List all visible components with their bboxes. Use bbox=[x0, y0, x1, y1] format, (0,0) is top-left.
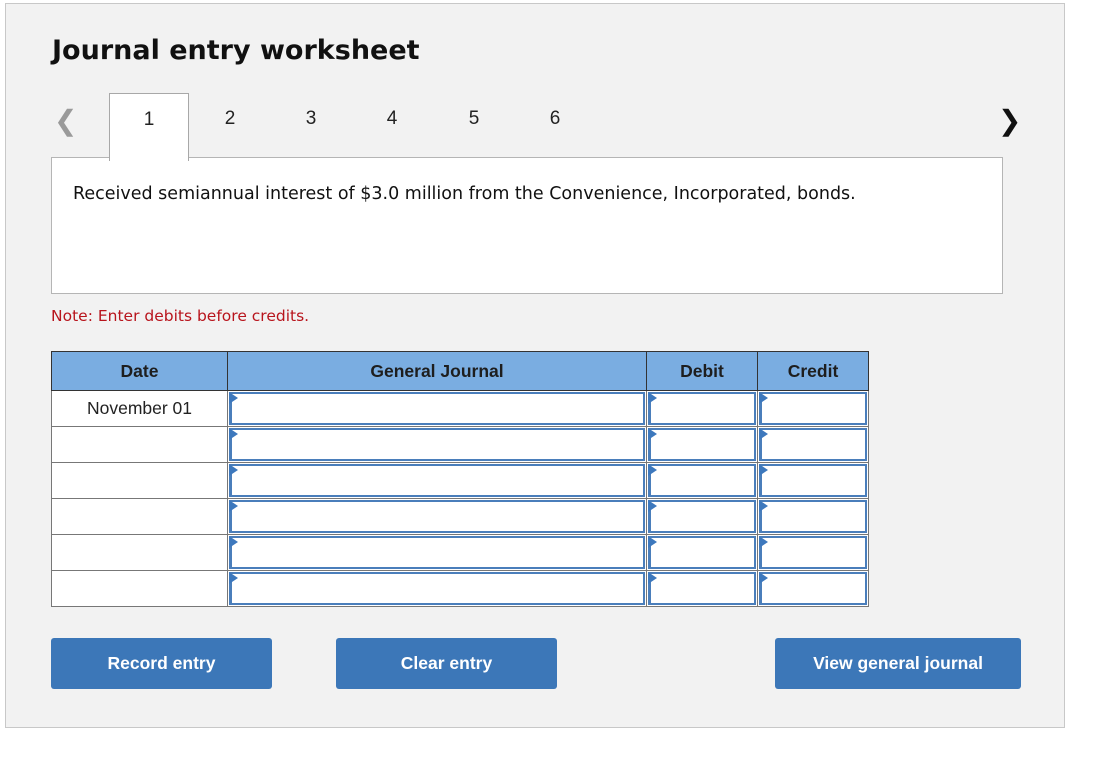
debit-cell bbox=[646, 462, 758, 499]
debit-cell bbox=[646, 570, 758, 607]
credit-cell bbox=[757, 570, 869, 607]
cell-flag-icon bbox=[229, 392, 238, 404]
cell-flag-icon bbox=[759, 392, 768, 404]
transaction-description: Received semiannual interest of $3.0 mil… bbox=[51, 157, 1003, 294]
table-row bbox=[51, 426, 869, 463]
credit-input[interactable] bbox=[759, 464, 867, 497]
cell-flag-icon bbox=[648, 536, 657, 548]
chevron-left-icon[interactable]: ❮ bbox=[54, 107, 77, 137]
cell-flag-icon bbox=[229, 500, 238, 512]
credit-input[interactable] bbox=[759, 392, 867, 425]
account-input[interactable] bbox=[229, 572, 645, 605]
worksheet-panel: Journal entry worksheet ❮ 1 2 3 4 5 6 ❯ … bbox=[5, 3, 1065, 728]
credit-input[interactable] bbox=[759, 572, 867, 605]
cell-flag-icon bbox=[648, 392, 657, 404]
page-title: Journal entry worksheet bbox=[52, 35, 420, 66]
account-cell bbox=[227, 534, 647, 571]
entry-tabs: ❮ 1 2 3 4 5 6 ❯ bbox=[6, 93, 1066, 163]
cell-flag-icon bbox=[759, 500, 768, 512]
cell-flag-icon bbox=[648, 572, 657, 584]
cell-flag-icon bbox=[229, 536, 238, 548]
cell-flag-icon bbox=[759, 464, 768, 476]
cell-flag-icon bbox=[229, 572, 238, 584]
debit-cell bbox=[646, 498, 758, 535]
tab-5[interactable]: 5 bbox=[434, 93, 514, 159]
tab-6[interactable]: 6 bbox=[515, 93, 595, 159]
view-general-journal-button[interactable]: View general journal bbox=[775, 638, 1021, 689]
cell-flag-icon bbox=[648, 428, 657, 440]
debit-cell bbox=[646, 426, 758, 463]
debit-input[interactable] bbox=[648, 464, 756, 497]
header-general-journal: General Journal bbox=[227, 351, 647, 391]
cell-flag-icon bbox=[648, 464, 657, 476]
journal-table: Date General Journal Debit Credit Novemb… bbox=[51, 351, 869, 607]
account-cell bbox=[227, 570, 647, 607]
credit-cell bbox=[757, 426, 869, 463]
debit-input[interactable] bbox=[648, 536, 756, 569]
credit-input[interactable] bbox=[759, 536, 867, 569]
table-row bbox=[51, 534, 869, 571]
date-cell bbox=[51, 534, 228, 571]
tab-3[interactable]: 3 bbox=[271, 93, 351, 159]
account-input[interactable] bbox=[229, 464, 645, 497]
table-row bbox=[51, 462, 869, 499]
date-cell bbox=[51, 570, 228, 607]
debit-input[interactable] bbox=[648, 392, 756, 425]
cell-flag-icon bbox=[759, 572, 768, 584]
date-cell bbox=[51, 462, 228, 499]
date-cell: November 01 bbox=[51, 390, 228, 427]
debit-input[interactable] bbox=[648, 428, 756, 461]
tab-1[interactable]: 1 bbox=[109, 93, 189, 161]
credit-input[interactable] bbox=[759, 428, 867, 461]
table-row: November 01 bbox=[51, 390, 869, 427]
credit-cell bbox=[757, 534, 869, 571]
instruction-note: Note: Enter debits before credits. bbox=[51, 307, 310, 325]
account-cell bbox=[227, 426, 647, 463]
table-row bbox=[51, 570, 869, 607]
chevron-right-icon[interactable]: ❯ bbox=[998, 107, 1021, 137]
debit-cell bbox=[646, 534, 758, 571]
account-cell bbox=[227, 462, 647, 499]
tab-2[interactable]: 2 bbox=[190, 93, 270, 159]
header-debit: Debit bbox=[646, 351, 758, 391]
cell-flag-icon bbox=[229, 428, 238, 440]
table-header-row: Date General Journal Debit Credit bbox=[51, 351, 869, 391]
debit-cell bbox=[646, 390, 758, 427]
cell-flag-icon bbox=[229, 464, 238, 476]
debit-input[interactable] bbox=[648, 572, 756, 605]
credit-cell bbox=[757, 498, 869, 535]
credit-cell bbox=[757, 390, 869, 427]
account-cell bbox=[227, 498, 647, 535]
header-credit: Credit bbox=[757, 351, 869, 391]
account-cell bbox=[227, 390, 647, 427]
credit-cell bbox=[757, 462, 869, 499]
tab-4[interactable]: 4 bbox=[352, 93, 432, 159]
account-input[interactable] bbox=[229, 392, 645, 425]
account-input[interactable] bbox=[229, 536, 645, 569]
cell-flag-icon bbox=[759, 428, 768, 440]
header-date: Date bbox=[51, 351, 228, 391]
date-cell bbox=[51, 426, 228, 463]
table-row bbox=[51, 498, 869, 535]
clear-entry-button[interactable]: Clear entry bbox=[336, 638, 557, 689]
credit-input[interactable] bbox=[759, 500, 867, 533]
cell-flag-icon bbox=[759, 536, 768, 548]
cell-flag-icon bbox=[648, 500, 657, 512]
record-entry-button[interactable]: Record entry bbox=[51, 638, 272, 689]
date-cell bbox=[51, 498, 228, 535]
account-input[interactable] bbox=[229, 500, 645, 533]
account-input[interactable] bbox=[229, 428, 645, 461]
debit-input[interactable] bbox=[648, 500, 756, 533]
